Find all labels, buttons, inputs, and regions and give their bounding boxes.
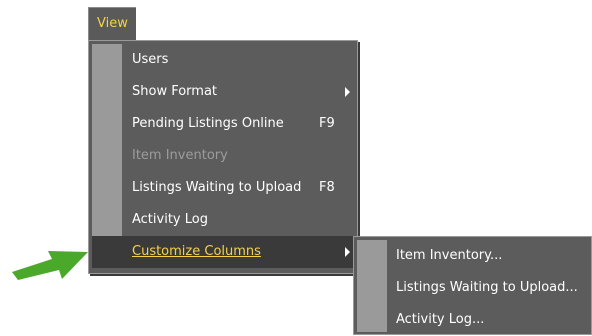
menu-item-show-format[interactable]: Show Format bbox=[92, 76, 356, 108]
menu-item-pending-listings-online[interactable]: Pending Listings Online F9 bbox=[92, 108, 356, 140]
green-arrow-icon bbox=[12, 251, 88, 280]
view-menu-label: View bbox=[97, 16, 128, 31]
submenu-arrow-icon bbox=[345, 87, 350, 97]
submenu-arrow-icon bbox=[345, 247, 350, 257]
menu-item-customize-columns[interactable]: Customize Columns bbox=[92, 236, 356, 268]
menu-item-label: Show Format bbox=[132, 84, 218, 99]
view-dropdown-menu: Users Show Format Pending Listings Onlin… bbox=[88, 40, 358, 274]
submenu-item-label: Activity Log... bbox=[396, 312, 485, 327]
submenu-item-label: Item Inventory... bbox=[396, 248, 503, 263]
menu-item-label: Activity Log bbox=[132, 212, 208, 227]
submenu-item-item-inventory[interactable]: Item Inventory... bbox=[357, 240, 589, 272]
submenu-item-listings-waiting-to-upload[interactable]: Listings Waiting to Upload... bbox=[357, 272, 589, 304]
menu-item-label: Pending Listings Online bbox=[132, 116, 284, 131]
menu-item-label: Item Inventory bbox=[132, 148, 228, 163]
menu-item-activity-log[interactable]: Activity Log bbox=[92, 204, 356, 236]
submenu-item-label: Listings Waiting to Upload... bbox=[396, 280, 578, 295]
menu-item-label: Users bbox=[132, 52, 169, 67]
menu-item-shortcut: F8 bbox=[319, 180, 335, 195]
menu-item-shortcut: F9 bbox=[319, 116, 335, 131]
customize-columns-submenu: Item Inventory... Listings Waiting to Up… bbox=[353, 236, 592, 335]
view-menu-button[interactable]: View bbox=[88, 7, 136, 40]
menu-item-listings-waiting-to-upload[interactable]: Listings Waiting to Upload F8 bbox=[92, 172, 356, 204]
menu-item-label: Customize Columns bbox=[132, 244, 261, 259]
menu-item-item-inventory: Item Inventory bbox=[92, 140, 356, 172]
submenu-item-activity-log[interactable]: Activity Log... bbox=[357, 304, 589, 336]
menu-item-label: Listings Waiting to Upload bbox=[132, 180, 302, 195]
menu-item-users[interactable]: Users bbox=[92, 44, 356, 76]
